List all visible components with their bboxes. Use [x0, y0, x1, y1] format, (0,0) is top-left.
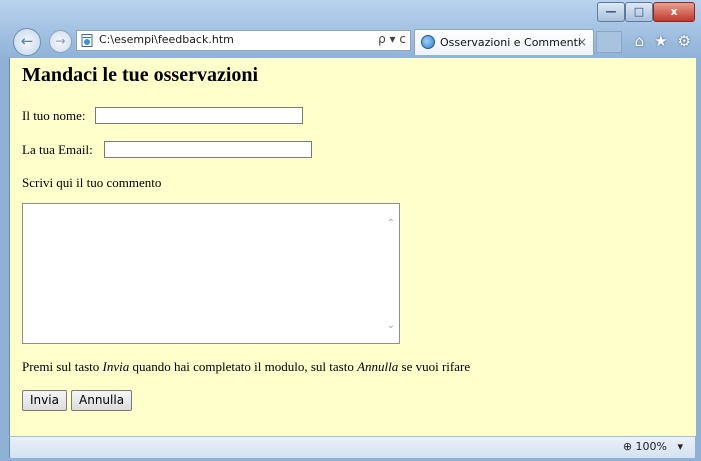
zoom-icon: ⊕: [622, 440, 633, 453]
favorites-star-icon[interactable]: ★: [654, 32, 667, 50]
address-bar[interactable]: C:\esempi\feedback.htm ρ ▾ c: [76, 30, 411, 51]
new-tab-button[interactable]: [596, 31, 622, 53]
submit-button[interactable]: Invia: [22, 390, 67, 411]
scroll-up-icon[interactable]: ⌃: [387, 218, 395, 229]
page-title: Mandaci le tue osservazioni: [22, 64, 259, 86]
name-label: Il tuo nome:: [22, 108, 86, 123]
window-controls: — □ x: [597, 2, 695, 22]
tools-gear-icon[interactable]: ⚙: [678, 32, 691, 50]
name-field[interactable]: [95, 107, 303, 124]
tab-title: Osservazioni e Commenti: [440, 36, 581, 49]
textarea-scrollbar[interactable]: ⌃ ⌄: [382, 204, 399, 343]
forward-button[interactable]: →: [49, 30, 72, 53]
comment-label: Scrivi qui il tuo commento: [22, 175, 162, 190]
title-bar: — □ x ← → C:\esempi\feedback.htm ρ ▾ c O…: [0, 0, 701, 58]
zoom-control[interactable]: ⊕ 100% ▾: [623, 440, 683, 453]
reset-button[interactable]: Annulla: [71, 390, 133, 411]
email-label: La tua Email:: [22, 142, 93, 157]
address-text: C:\esempi\feedback.htm: [99, 33, 234, 46]
scroll-down-icon[interactable]: ⌄: [387, 320, 395, 331]
note-text-3: se vuoi rifare: [398, 359, 471, 374]
page-content: Mandaci le tue osservazioni Il tuo nome:…: [9, 58, 696, 436]
maximize-button[interactable]: □: [625, 2, 653, 22]
status-bar: ⊕ 100% ▾: [9, 436, 695, 458]
home-icon[interactable]: ⌂: [635, 32, 645, 50]
zoom-level: 100%: [635, 440, 667, 453]
note-emphasis-invia: Invia: [102, 359, 130, 374]
close-button[interactable]: x: [653, 2, 695, 22]
html-file-icon: [81, 34, 93, 47]
note-emphasis-annulla: Annulla: [357, 359, 399, 374]
ie-logo-icon: [421, 35, 435, 49]
browser-window: — □ x ← → C:\esempi\feedback.htm ρ ▾ c O…: [0, 0, 701, 461]
tab-osservazioni[interactable]: Osservazioni e Commenti ×: [414, 29, 594, 55]
email-field[interactable]: [104, 141, 312, 158]
minimize-button[interactable]: —: [597, 2, 625, 22]
note-text-1: Premi sul tasto: [22, 359, 103, 374]
note-text-2: quando hai completato il modulo, sul tas…: [129, 359, 358, 374]
search-refresh-icons[interactable]: ρ ▾ c: [378, 32, 406, 46]
comment-textarea[interactable]: ⌃ ⌄: [22, 203, 400, 344]
zoom-dropdown-icon[interactable]: ▾: [670, 440, 683, 453]
tab-close-icon[interactable]: ×: [577, 35, 587, 49]
toolbar-icons: ⌂ ★ ⚙: [635, 32, 691, 50]
back-button[interactable]: ←: [13, 28, 41, 56]
instructions-text: Premi sul tasto Invia quando hai complet…: [22, 359, 470, 375]
